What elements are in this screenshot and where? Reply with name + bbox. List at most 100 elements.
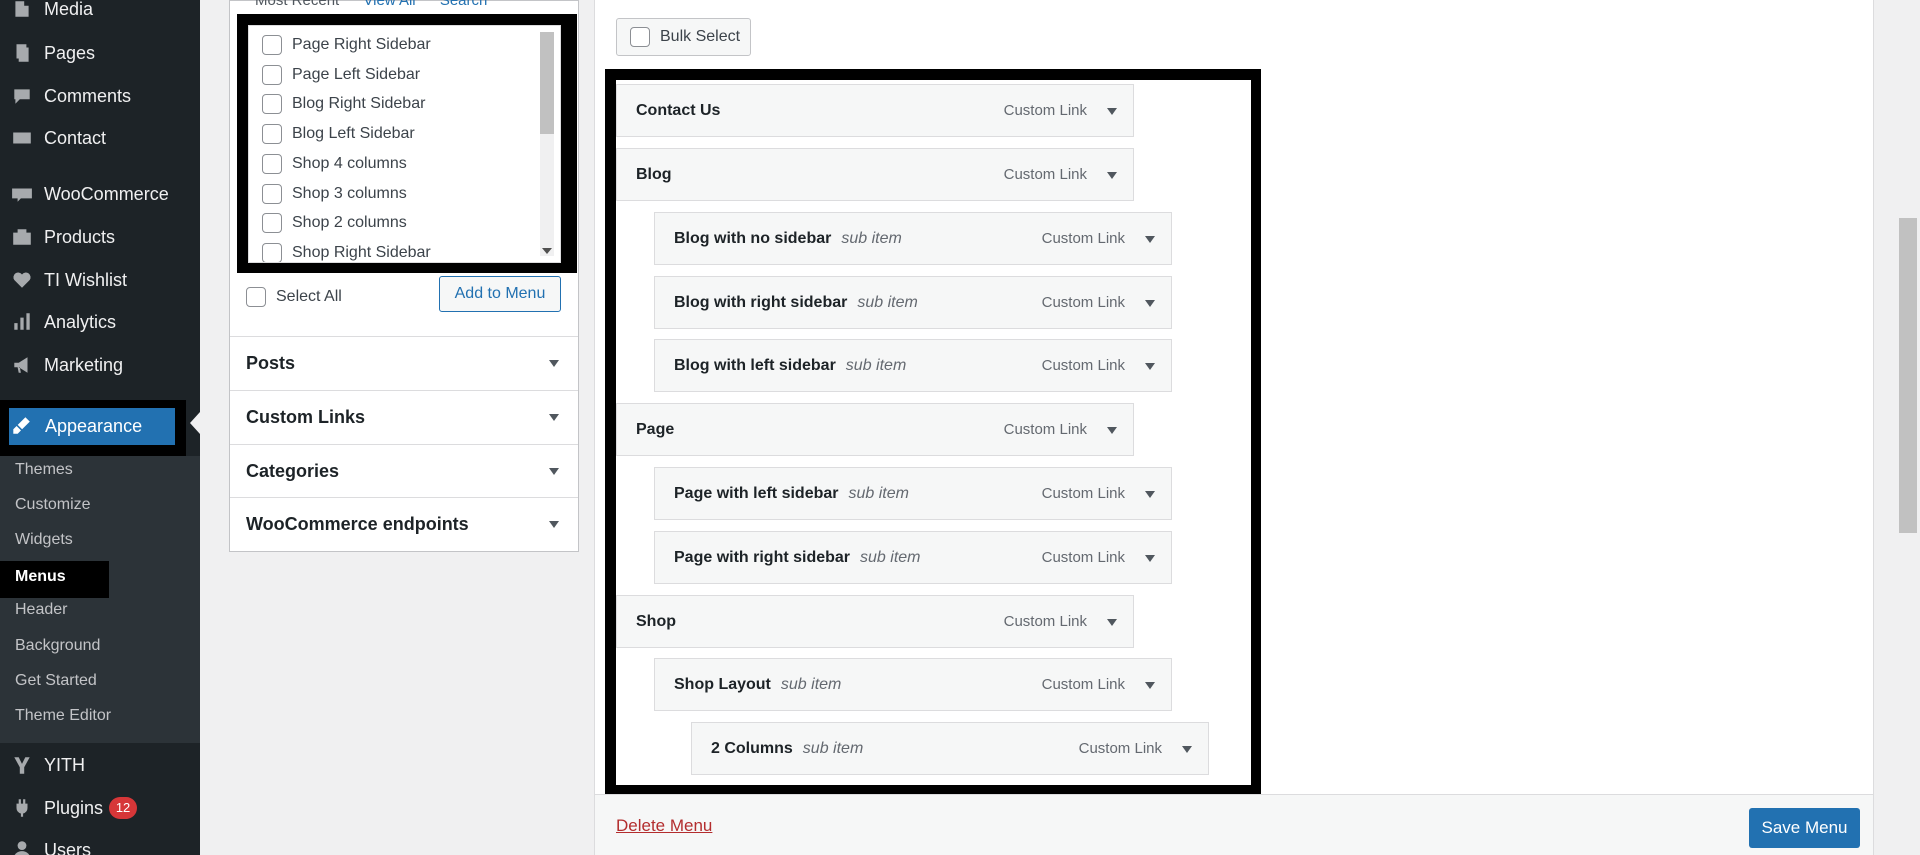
sidebar-item-label: Contact bbox=[44, 127, 107, 148]
accordion-title: Posts bbox=[246, 353, 296, 373]
sidebar-item-label: Appearance bbox=[45, 416, 143, 436]
page-checkbox-item[interactable]: Blog Right Sidebar bbox=[262, 93, 425, 115]
checkbox[interactable] bbox=[262, 243, 282, 262]
menu-item-title: Page bbox=[636, 420, 675, 438]
submenu-themes[interactable]: Themes bbox=[15, 461, 73, 479]
menu-item[interactable]: Blog with right sidebar sub item Custom … bbox=[654, 276, 1172, 329]
sidebar-item-appearance[interactable]: Appearance bbox=[9, 408, 175, 445]
expand-caret-icon[interactable] bbox=[1145, 555, 1155, 562]
menu-item[interactable]: Blog with left sidebar sub item Custom L… bbox=[654, 339, 1172, 392]
checklist-scrollbar[interactable] bbox=[540, 32, 554, 256]
menu-item[interactable]: Blog with no sidebar sub item Custom Lin… bbox=[654, 212, 1172, 265]
sidebar-item-contact[interactable]: Contact bbox=[0, 121, 200, 155]
submenu-theme-editor[interactable]: Theme Editor bbox=[15, 707, 111, 725]
menu-item[interactable]: 2 Columns sub item Custom Link bbox=[691, 722, 1209, 775]
accordion-posts[interactable]: Posts bbox=[230, 336, 578, 390]
accordion-custom-links[interactable]: Custom Links bbox=[230, 390, 578, 444]
submenu-get-started[interactable]: Get Started bbox=[15, 672, 97, 690]
sidebar-item-label: Media bbox=[44, 0, 94, 19]
products-icon bbox=[10, 225, 34, 249]
menu-item[interactable]: Contact Us Custom Link bbox=[616, 84, 1134, 137]
select-all-checkbox[interactable] bbox=[246, 287, 266, 307]
expand-caret-icon[interactable] bbox=[1182, 746, 1192, 753]
menu-item-sub-label: sub item bbox=[841, 229, 902, 247]
menu-item-sub-label: sub item bbox=[848, 484, 909, 502]
heart-icon bbox=[10, 268, 34, 292]
checkbox[interactable] bbox=[262, 154, 282, 174]
page-checkbox-item[interactable]: Shop Right Sidebar bbox=[262, 242, 431, 262]
bulk-select-button[interactable]: Bulk Select bbox=[616, 18, 751, 56]
tab-most-recent[interactable]: Most Recent bbox=[255, 0, 339, 9]
tab-view-all[interactable]: View All bbox=[363, 0, 415, 9]
accordion-woocommerce-endpoints[interactable]: WooCommerce endpoints bbox=[230, 497, 578, 551]
accordion-categories[interactable]: Categories bbox=[230, 444, 578, 498]
page-scrollbar-thumb[interactable] bbox=[1899, 218, 1917, 533]
sidebar-item-pages[interactable]: Pages bbox=[0, 36, 200, 70]
sidebar-item-label: Marketing bbox=[44, 354, 124, 375]
checkbox[interactable] bbox=[262, 94, 282, 114]
checkbox[interactable] bbox=[262, 35, 282, 55]
bulk-select-checkbox[interactable] bbox=[630, 27, 650, 47]
checkbox[interactable] bbox=[262, 124, 282, 144]
page-checkbox-item[interactable]: Blog Left Sidebar bbox=[262, 123, 415, 145]
sidebar-item-ti-wishlist[interactable]: TI Wishlist bbox=[0, 263, 200, 297]
accordion-title: Categories bbox=[246, 461, 340, 481]
page-checkbox-item[interactable]: Shop 3 columns bbox=[262, 183, 407, 205]
expand-caret-icon[interactable] bbox=[1145, 300, 1155, 307]
menu-items-list: Contact Us Custom Link Blog Custom Link … bbox=[616, 80, 1251, 785]
sidebar-item-label: Comments bbox=[44, 85, 132, 106]
sidebar-item-woocommerce[interactable]: WooCommerce bbox=[0, 177, 200, 211]
sidebar-item-media[interactable]: Media bbox=[0, 0, 200, 26]
page-checkbox-item[interactable]: Page Right Sidebar bbox=[262, 34, 431, 56]
sidebar-item-label: Products bbox=[44, 226, 116, 247]
menu-item[interactable]: Page Custom Link bbox=[616, 403, 1134, 456]
add-to-menu-button[interactable]: Add to Menu bbox=[439, 276, 561, 312]
submenu-header[interactable]: Header bbox=[15, 601, 67, 619]
checkbox[interactable] bbox=[262, 213, 282, 233]
expand-caret-icon[interactable] bbox=[1145, 682, 1155, 689]
submenu-customize[interactable]: Customize bbox=[15, 496, 91, 514]
submenu-menus[interactable]: Menus bbox=[15, 568, 66, 586]
expand-caret-icon[interactable] bbox=[1145, 363, 1155, 370]
expand-caret-icon[interactable] bbox=[1107, 619, 1117, 626]
page-label: Shop Right Sidebar bbox=[292, 244, 431, 261]
menu-item[interactable]: Page with right sidebar sub item Custom … bbox=[654, 531, 1172, 584]
menu-item-title: 2 Columns bbox=[711, 739, 793, 757]
menu-item[interactable]: Shop Custom Link bbox=[616, 595, 1134, 648]
sidebar-item-comments[interactable]: Comments bbox=[0, 79, 200, 113]
caret-down-icon bbox=[549, 521, 559, 528]
sidebar-item-yith[interactable]: YITH bbox=[0, 748, 200, 782]
menu-item[interactable]: Shop Layout sub item Custom Link bbox=[654, 658, 1172, 711]
select-all[interactable]: Select All bbox=[246, 287, 342, 307]
sidebar-item-marketing[interactable]: Marketing bbox=[0, 348, 200, 382]
scroll-down-arrow-icon[interactable] bbox=[542, 248, 552, 254]
menu-item[interactable]: Blog Custom Link bbox=[616, 148, 1134, 201]
checkbox[interactable] bbox=[262, 65, 282, 85]
tab-search[interactable]: Search bbox=[440, 0, 488, 9]
menu-item-type: Custom Link bbox=[1003, 166, 1087, 183]
checkbox[interactable] bbox=[262, 184, 282, 204]
save-menu-button[interactable]: Save Menu bbox=[1749, 808, 1860, 848]
page-checkbox-item[interactable]: Shop 2 columns bbox=[262, 212, 407, 234]
sidebar-item-users[interactable]: Users bbox=[0, 833, 200, 855]
expand-caret-icon[interactable] bbox=[1107, 108, 1117, 115]
submenu-background[interactable]: Background bbox=[15, 637, 100, 655]
delete-menu-link[interactable]: Delete Menu bbox=[616, 816, 712, 836]
submenu-widgets[interactable]: Widgets bbox=[15, 531, 73, 549]
page-checkbox-item[interactable]: Shop 4 columns bbox=[262, 153, 407, 175]
comments-icon bbox=[10, 84, 34, 108]
sidebar-item-plugins[interactable]: Plugins 12 bbox=[0, 791, 200, 825]
sidebar-item-products[interactable]: Products bbox=[0, 220, 200, 254]
scroll-thumb[interactable] bbox=[540, 32, 554, 134]
menu-item-type: Custom Link bbox=[1041, 294, 1125, 311]
expand-caret-icon[interactable] bbox=[1145, 236, 1155, 243]
expand-caret-icon[interactable] bbox=[1107, 172, 1117, 179]
menu-item[interactable]: Page with left sidebar sub item Custom L… bbox=[654, 467, 1172, 520]
expand-caret-icon[interactable] bbox=[1107, 427, 1117, 434]
pages-icon bbox=[10, 41, 34, 65]
page-label: Blog Left Sidebar bbox=[292, 125, 415, 142]
page-label: Shop 2 columns bbox=[292, 214, 407, 231]
sidebar-item-analytics[interactable]: Analytics bbox=[0, 305, 200, 339]
expand-caret-icon[interactable] bbox=[1145, 491, 1155, 498]
page-checkbox-item[interactable]: Page Left Sidebar bbox=[262, 64, 420, 86]
